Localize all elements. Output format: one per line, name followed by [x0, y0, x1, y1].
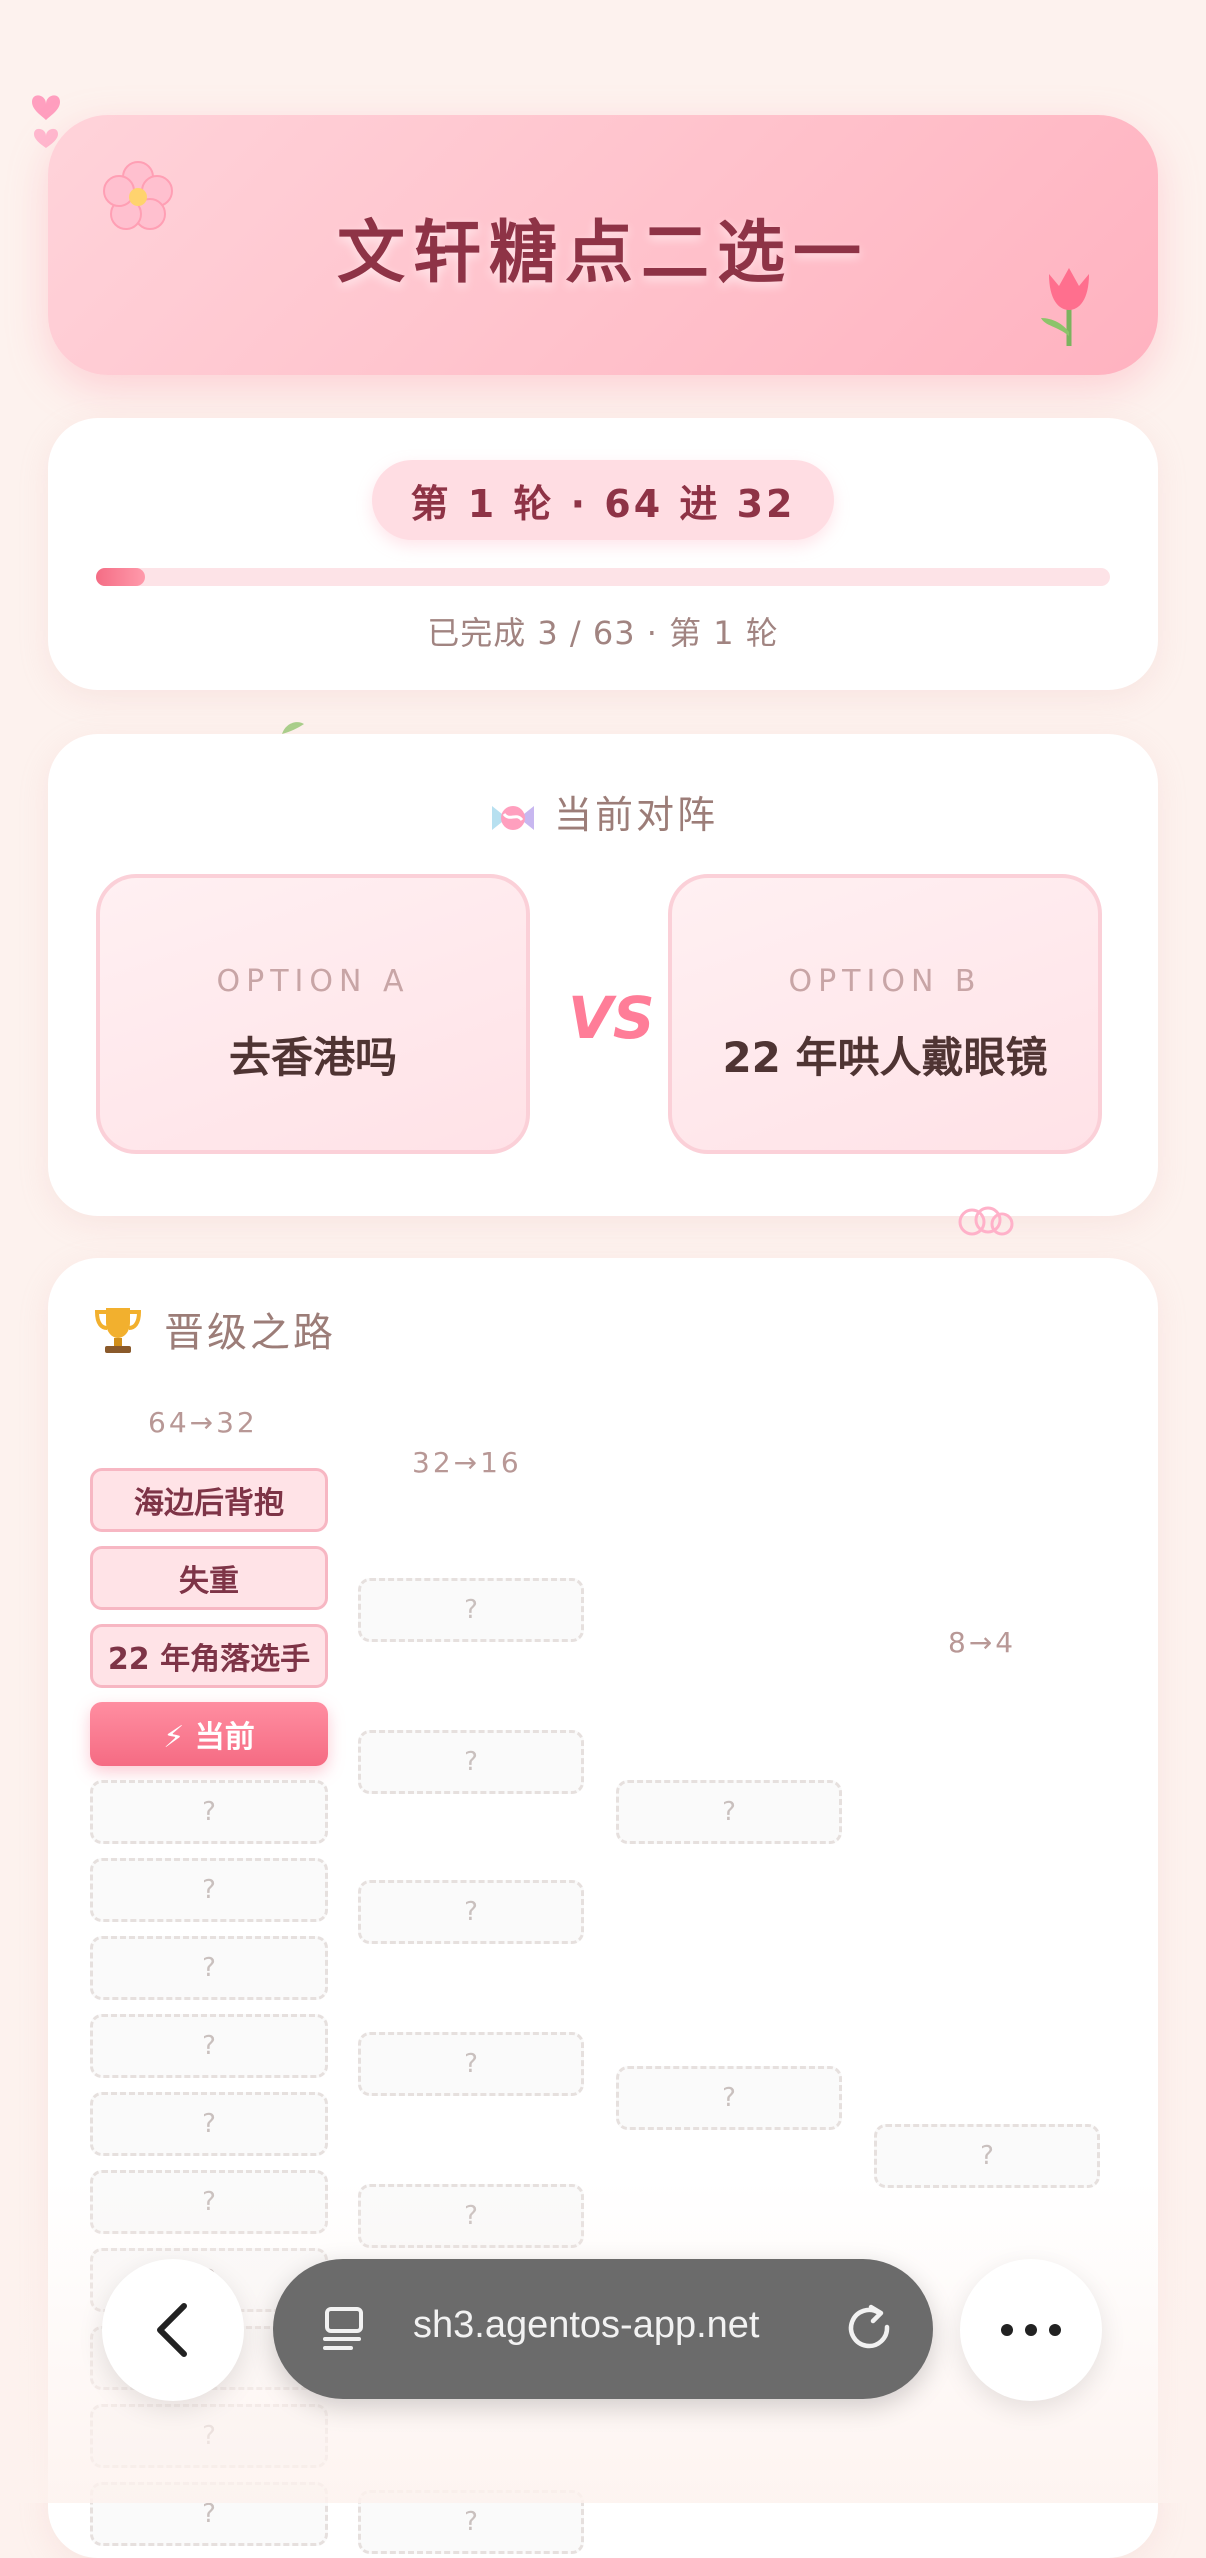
- tabs-icon[interactable]: [319, 2303, 371, 2355]
- option-a-card[interactable]: OPTION A 去香港吗: [96, 874, 530, 1154]
- option-a-label: OPTION A: [216, 964, 410, 999]
- progress-fill: [96, 568, 145, 586]
- bracket-heading: 晋级之路: [164, 1310, 336, 1356]
- progress-bar: [96, 568, 1110, 586]
- bracket-slot-empty: ?: [616, 1780, 842, 1844]
- flower-decoration-icon: [958, 1206, 1014, 1236]
- title-banner: 文轩糖点二选一: [48, 115, 1158, 375]
- column-label-8-4: 8→4: [948, 1626, 1017, 1659]
- bracket-slot-empty: ?: [90, 1936, 328, 2000]
- bracket-slot-current: ⚡ 当前: [90, 1702, 328, 1766]
- option-a-text: 去香港吗: [228, 1033, 397, 1082]
- round-badge: 第 1 轮 · 64 进 32: [372, 460, 834, 540]
- option-b-text: 22 年哄人戴眼镜: [722, 1033, 1048, 1082]
- bracket-slot-empty: ?: [358, 1730, 584, 1794]
- bracket-slot-empty: ?: [358, 2032, 584, 2096]
- url-text[interactable]: sh3.agentos-app.net: [413, 2304, 760, 2347]
- more-button[interactable]: [960, 2259, 1102, 2401]
- matchup-heading-label: 当前对阵: [553, 793, 718, 837]
- bracket-slot-done: 22 年角落选手: [90, 1624, 328, 1688]
- bracket-slot-empty: ?: [90, 1780, 328, 1844]
- reload-icon[interactable]: [843, 2301, 899, 2357]
- trophy-icon: [94, 1308, 142, 1353]
- page-title: 文轩糖点二选一: [336, 214, 869, 293]
- url-bar[interactable]: sh3.agentos-app.net: [273, 2259, 933, 2399]
- option-b-label: OPTION B: [788, 964, 982, 999]
- bracket-slot-done: 海边后背抱: [90, 1468, 328, 1532]
- bracket-slot-empty: ?: [616, 2066, 842, 2130]
- matchup-card: 当前对阵 OPTION A 去香港吗 VS OPTION B 22 年哄人戴眼镜: [48, 734, 1158, 1216]
- candy-icon: [491, 805, 534, 830]
- bracket-slot-empty: ?: [874, 2124, 1100, 2188]
- matchup-heading: 当前对阵: [48, 784, 1158, 839]
- bracket-slot-empty: ?: [90, 1858, 328, 1922]
- bracket-slot-empty: ?: [358, 1880, 584, 1944]
- chevron-left-icon: [157, 2303, 187, 2357]
- more-icon: [1001, 2324, 1061, 2336]
- back-button[interactable]: [102, 2259, 244, 2401]
- bracket-slot-empty: ?: [358, 1578, 584, 1642]
- round-card: 第 1 轮 · 64 进 32 已完成 3 / 63 · 第 1 轮: [48, 418, 1158, 690]
- progress-status: 已完成 3 / 63 · 第 1 轮: [427, 614, 779, 652]
- column-label-64-32: 64→32: [148, 1406, 258, 1439]
- column-label-32-16: 32→16: [412, 1446, 522, 1479]
- bracket-slot-empty: ?: [90, 2092, 328, 2156]
- option-b-card[interactable]: OPTION B 22 年哄人戴眼镜: [668, 874, 1102, 1154]
- bracket-slot-empty: ?: [90, 2014, 328, 2078]
- bracket-slot-done: 失重: [90, 1546, 328, 1610]
- vs-label: VS: [568, 984, 655, 1052]
